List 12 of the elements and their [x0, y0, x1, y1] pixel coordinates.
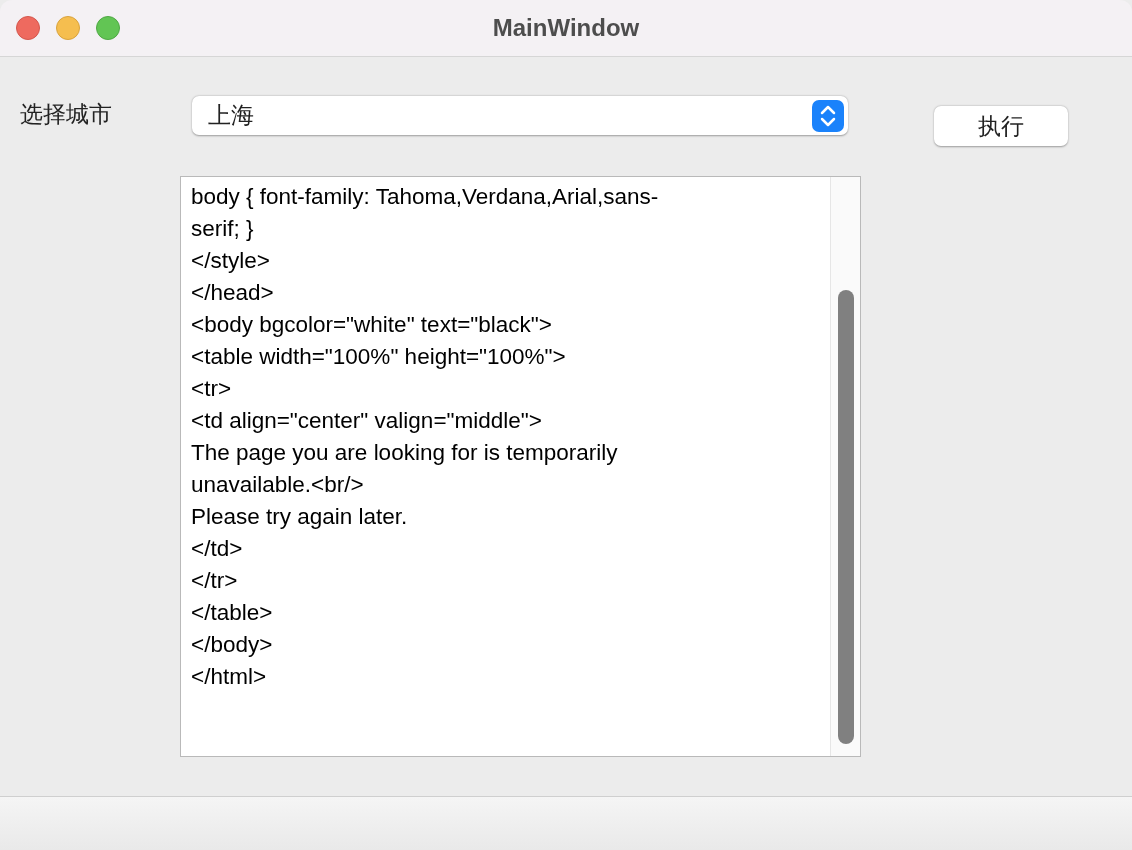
window-title: MainWindow	[492, 13, 640, 43]
zoom-button[interactable]	[96, 16, 120, 40]
run-button[interactable]: 执行	[934, 106, 1068, 146]
scrollbar-thumb[interactable]	[838, 290, 854, 744]
html-source-text: body { font-family: Tahoma,Verdana,Arial,sans- serif; } </style> </head> <body bgcolor="white" text="black"> <table width="100%" height="100%"> <tr> <td align="center" valign="middle"> The page you are looking for is temporarily unavailable.<br/> Please try again later. </td> </tr> </table> </body> </html>	[190, 183, 660, 691]
stepper-icon	[812, 99, 844, 132]
text-editor[interactable]	[180, 176, 861, 757]
scrollbar[interactable]	[830, 177, 860, 756]
field-label: 选择城市	[20, 100, 112, 129]
city-dropdown[interactable]: 上海	[192, 96, 848, 135]
minimize-button[interactable]	[56, 16, 80, 40]
close-button[interactable]	[16, 16, 40, 40]
